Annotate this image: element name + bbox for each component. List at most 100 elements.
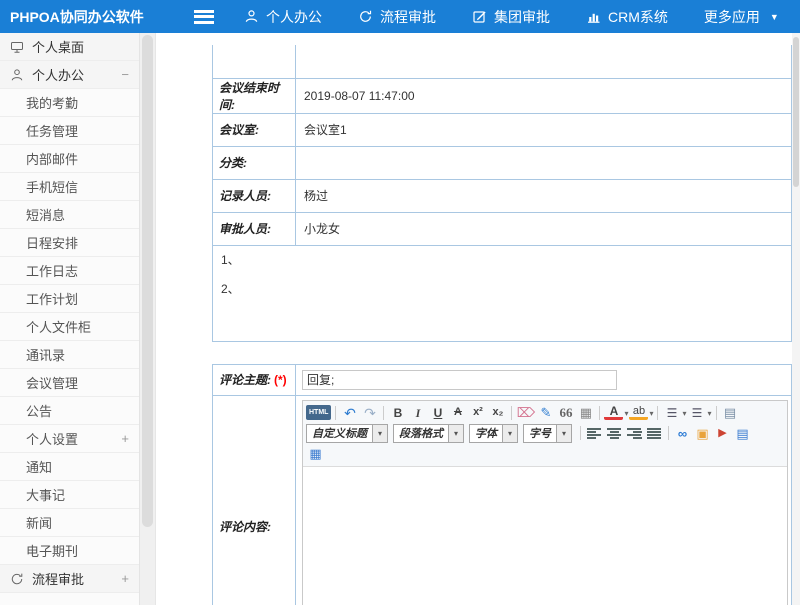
sidebar-item-work-plan[interactable]: 工作计划 [0, 285, 139, 313]
scrollbar-thumb[interactable] [793, 37, 799, 187]
caret-down-icon[interactable] [448, 425, 463, 442]
heading-select[interactable]: 自定义标题 [306, 424, 388, 443]
edit-icon [472, 9, 487, 24]
sidebar-item-personal-settings[interactable]: 个人设置 + [0, 425, 139, 453]
sidebar-item-e-journal[interactable]: 电子期刊 [0, 537, 139, 565]
font-color-icon[interactable]: A [604, 405, 623, 420]
ordered-list-icon[interactable]: ☰ [662, 404, 681, 422]
sidebar-item-attendance[interactable]: 我的考勤 [0, 89, 139, 117]
unordered-list-icon[interactable]: ☰ [688, 404, 707, 422]
insert-table-icon[interactable]: ▦ [576, 404, 595, 422]
sidebar-item-personal-office[interactable]: 个人办公 − [0, 61, 139, 89]
desktop-icon [10, 40, 24, 54]
italic-icon[interactable]: I [408, 404, 427, 422]
paragraph-format-select[interactable]: 段落格式 [393, 424, 464, 443]
sidebar-item-major-events[interactable]: 大事记 [0, 481, 139, 509]
sidebar-item-notice[interactable]: 通知 [0, 453, 139, 481]
page-layout: 个人桌面 个人办公 − 我的考勤 任务管理 内部邮件 手机短信 短消息 日程安排… [0, 33, 800, 605]
app-logo[interactable]: PHPOA协同办公软件 [0, 7, 182, 27]
nav-more-apps[interactable]: 更多应用 ▼ [704, 7, 779, 27]
sidebar-item-internal-mail[interactable]: 内部邮件 [0, 145, 139, 173]
sidebar-item-label: 通讯录 [26, 345, 65, 364]
content-line: 1、 [221, 246, 783, 275]
sidebar-item-label: 会议管理 [26, 373, 78, 392]
bold-icon[interactable]: B [388, 404, 407, 422]
menu-icon[interactable] [194, 10, 214, 24]
expand-toggle[interactable]: + [121, 571, 129, 586]
sidebar-item-workflow-approval[interactable]: 流程审批 + [0, 565, 139, 593]
nav-crm-system[interactable]: CRM系统 [586, 7, 668, 27]
content-scrollbar[interactable] [792, 33, 800, 605]
align-right-icon[interactable] [627, 427, 642, 440]
underline-icon[interactable]: U [428, 404, 447, 422]
caret-down-icon[interactable] [624, 405, 628, 422]
sidebar-scrollbar[interactable] [140, 33, 156, 605]
superscript-icon[interactable]: x² [468, 404, 487, 422]
field-value: 2019-08-07 11:47:00 [296, 78, 792, 113]
sidebar-item-personal-files[interactable]: 个人文件柜 [0, 313, 139, 341]
toolbar-separator [599, 406, 600, 420]
comment-subject-input[interactable] [302, 370, 617, 390]
sidebar-item-announcement[interactable]: 公告 [0, 397, 139, 425]
sidebar-item-label: 任务管理 [26, 121, 78, 140]
sidebar-item-mobile-sms[interactable]: 手机短信 [0, 173, 139, 201]
insert-image-icon[interactable]: ▣ [693, 424, 712, 442]
align-center-icon[interactable] [607, 427, 622, 440]
nav-workflow-approval[interactable]: 流程审批 [358, 7, 436, 27]
sidebar-item-schedule[interactable]: 日程安排 [0, 229, 139, 257]
caret-down-icon[interactable] [502, 425, 517, 442]
insert-link-icon[interactable]: ∞ [673, 424, 692, 442]
required-mark: (*) [274, 373, 287, 387]
sidebar-item-personal-desktop[interactable]: 个人桌面 [0, 33, 139, 61]
nav-group-approval[interactable]: 集团审批 [472, 7, 550, 27]
sidebar-item-short-message[interactable]: 短消息 [0, 201, 139, 229]
sidebar-item-label: 我的考勤 [26, 93, 78, 112]
field-value [296, 146, 792, 179]
align-left-icon[interactable] [587, 427, 602, 440]
editor-content-area[interactable] [303, 467, 787, 605]
scrollbar-thumb[interactable] [142, 35, 153, 527]
sidebar-item-task-management[interactable]: 任务管理 [0, 117, 139, 145]
new-page-icon[interactable]: ▤ [721, 404, 740, 422]
caret-down-icon[interactable] [649, 405, 653, 422]
blockquote-icon[interactable]: 66 [556, 404, 575, 422]
sidebar-item-contacts[interactable]: 通讯录 [0, 341, 139, 369]
caret-down-icon[interactable] [372, 425, 387, 442]
sidebar-item-meeting-management[interactable]: 会议管理 [0, 369, 139, 397]
insert-calendar-icon[interactable]: ▦ [306, 445, 325, 463]
field-label: 记录人员: [213, 179, 296, 212]
caret-down-icon[interactable] [682, 405, 686, 422]
caret-down-icon[interactable] [708, 405, 712, 422]
table-row: 会议室: 会议室1 [213, 113, 792, 146]
source-code-button[interactable]: HTML [306, 405, 331, 420]
strikethrough-icon[interactable]: A [448, 404, 467, 422]
align-justify-icon[interactable] [647, 427, 662, 440]
toolbar-separator [580, 426, 581, 440]
redo-icon[interactable]: ↷ [360, 404, 379, 422]
field-value: 小龙女 [296, 212, 792, 245]
undo-icon[interactable]: ↶ [340, 404, 359, 422]
insert-file-icon[interactable]: ▤ [733, 424, 752, 442]
expand-toggle[interactable]: + [121, 431, 129, 446]
table-row: 1、 2、 [213, 245, 792, 341]
sidebar-item-work-log[interactable]: 工作日志 [0, 257, 139, 285]
sidebar-item-label: 日程安排 [26, 233, 78, 252]
highlight-color-icon[interactable]: ab [629, 405, 648, 420]
sidebar-item-news[interactable]: 新闻 [0, 509, 139, 537]
flow-icon [10, 572, 24, 586]
table-row-cutoff [213, 45, 792, 78]
format-brush-icon[interactable]: ✎ [536, 404, 555, 422]
user-icon [10, 68, 24, 82]
nav-personal-office[interactable]: 个人办公 [244, 7, 322, 27]
sidebar-item-label: 短消息 [26, 205, 65, 224]
caret-down-icon[interactable] [556, 425, 571, 442]
sidebar-item-label: 个人文件柜 [26, 317, 91, 336]
dropdown-label: 字号 [529, 425, 551, 441]
sidebar-item-label: 内部邮件 [26, 149, 78, 168]
insert-media-icon[interactable]: ▶ [713, 424, 732, 442]
font-family-select[interactable]: 字体 [469, 424, 518, 443]
remove-format-icon[interactable]: ⌦ [516, 404, 535, 422]
subscript-icon[interactable]: x₂ [488, 404, 507, 422]
font-size-select[interactable]: 字号 [523, 424, 572, 443]
collapse-toggle[interactable]: − [121, 67, 129, 82]
